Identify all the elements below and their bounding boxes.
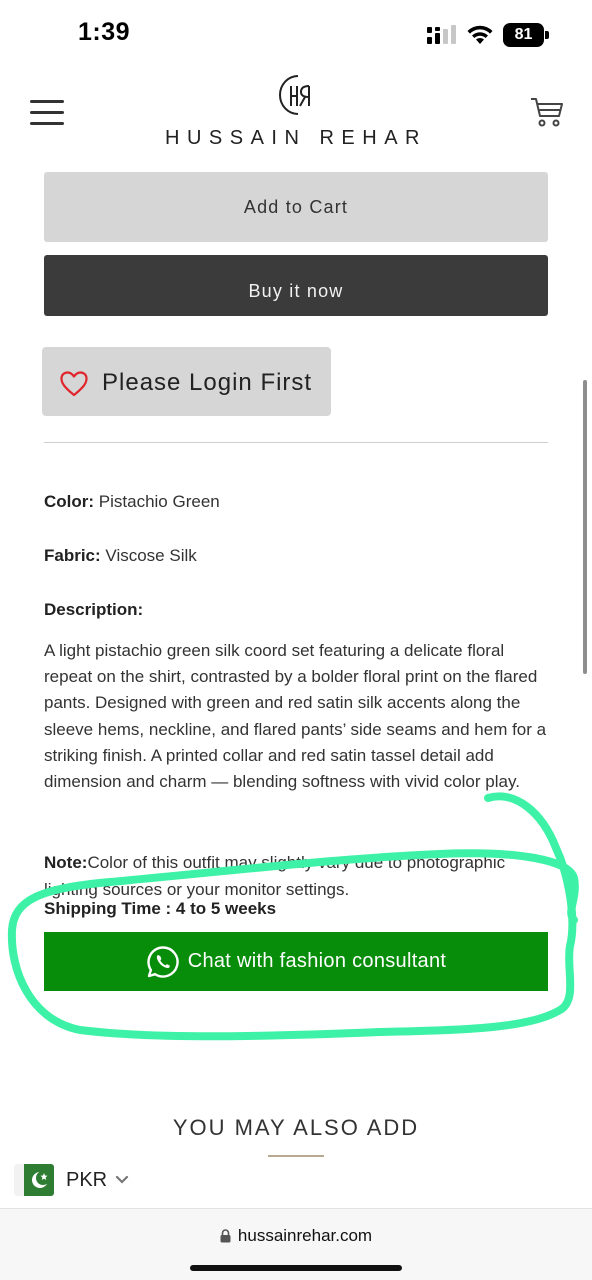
note-label: Note:	[44, 853, 88, 872]
browser-bottom-bar: hussainrehar.com	[0, 1208, 592, 1280]
hamburger-menu-icon[interactable]	[30, 98, 64, 126]
add-to-cart-button[interactable]: Add to Cart	[44, 172, 548, 242]
currency-selector[interactable]: PKR	[14, 1160, 144, 1200]
wishlist-label: Please Login First	[102, 369, 313, 396]
home-indicator[interactable]	[190, 1265, 402, 1271]
fabric-value: Viscose Silk	[105, 546, 197, 565]
site-header: HUSSAIN REHAR	[0, 64, 592, 164]
heart-icon	[60, 371, 88, 397]
chat-button-label: Chat with fashion consultant	[187, 950, 447, 972]
whatsapp-icon	[147, 945, 179, 978]
wishlist-button[interactable]: Please Login First	[42, 347, 331, 416]
color-value: Pistachio Green	[98, 492, 220, 511]
pakistan-flag-icon	[14, 1164, 54, 1196]
recommendations-title: YOU MAY ALSO ADD	[172, 1115, 420, 1140]
fabric-detail: Fabric: Viscose Silk	[44, 546, 197, 566]
shipping-time: Shipping Time : 4 to 5 weeks	[44, 899, 277, 918]
cart-icon[interactable]	[530, 96, 564, 128]
color-label: Color:	[44, 492, 95, 511]
status-time: 1:39	[78, 18, 131, 46]
battery-level: 81	[503, 23, 544, 47]
buy-now-button[interactable]: Buy it now	[44, 255, 548, 316]
fabric-label: Fabric:	[44, 546, 101, 565]
battery-indicator: 81	[503, 23, 549, 47]
description-label: Description:	[44, 600, 144, 619]
lock-icon	[220, 1229, 231, 1243]
divider	[44, 442, 548, 443]
chevron-down-icon	[116, 1175, 129, 1184]
cellular-signal-icon	[427, 25, 456, 44]
color-detail: Color: Pistachio Green	[44, 492, 220, 512]
wifi-icon	[467, 25, 493, 44]
description-text: A light pistachio green silk coord set f…	[44, 641, 547, 792]
description-heading: Description:	[44, 600, 143, 620]
brand-name[interactable]: HUSSAIN REHAR	[120, 127, 472, 150]
title-underline	[268, 1155, 324, 1157]
note-detail: Note:Color of this outfit may slightly v…	[44, 850, 554, 903]
brand-logo-icon[interactable]	[276, 72, 316, 118]
url-text: hussainrehar.com	[237, 1226, 373, 1245]
address-bar[interactable]: hussainrehar.com	[0, 1226, 592, 1246]
chat-with-consultant-button[interactable]: Chat with fashion consultant	[44, 932, 548, 991]
scrollbar[interactable]	[583, 380, 587, 674]
note-text: Color of this outfit may slightly vary d…	[44, 853, 506, 899]
currency-code: PKR	[66, 1168, 108, 1191]
status-bar: 1:39 81	[0, 0, 592, 64]
